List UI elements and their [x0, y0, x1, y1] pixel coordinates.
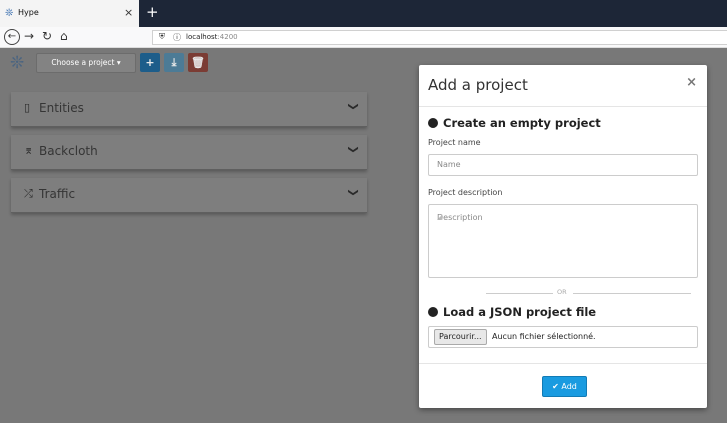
file-status-text: Aucun fichier sélectionné. [492, 332, 596, 341]
download-button[interactable]: ⤓ [164, 53, 184, 72]
or-separator: OR [557, 288, 567, 296]
project-name-label: Project name [428, 138, 481, 147]
app-logo-icon: ❊ [10, 53, 25, 73]
section-load-json: Load a JSON project file [428, 305, 596, 319]
add-project-modal: Add a project × Create an empty project … [419, 65, 707, 408]
hype-favicon-icon: ❊ [5, 8, 14, 19]
chevron-down-icon[interactable]: ❯ [347, 102, 358, 110]
panel-label: Entities [39, 101, 84, 115]
bullet-icon [428, 307, 438, 317]
project-select-label: Choose a project [51, 58, 115, 67]
close-icon[interactable]: × [686, 75, 697, 90]
modal-header: Add a project × [419, 65, 707, 107]
project-description-label: Project description [428, 188, 503, 197]
panel-label: Backcloth [39, 144, 98, 158]
add-project-button[interactable]: + [140, 53, 160, 72]
backcloth-icon: ⌆ [24, 144, 34, 157]
resize-handle-icon[interactable]: ◢ [437, 213, 696, 277]
forward-arrow-icon[interactable]: → [24, 29, 34, 43]
browse-button[interactable]: Parcourir... [434, 329, 487, 345]
caret-down-icon: ▾ [116, 58, 121, 67]
home-icon[interactable]: ⌂ [60, 29, 68, 43]
divider-line [486, 293, 553, 294]
browser-tab[interactable]: ❊ Hype × [0, 0, 139, 27]
new-tab-button[interactable]: + [146, 3, 159, 21]
url-bar[interactable]: ⛨ ⓘ localhost:4200 [152, 30, 727, 45]
entities-icon: ▯ [24, 101, 31, 114]
modal-title: Add a project [428, 76, 528, 94]
divider-line [573, 293, 691, 294]
panel-label: Traffic [39, 187, 76, 201]
panel-entities[interactable]: ▯ Entities ❯ [11, 92, 367, 127]
add-button[interactable]: ✔ Add [542, 376, 587, 397]
panel-backcloth[interactable]: ⌆ Backcloth ❯ [11, 135, 367, 170]
file-input[interactable]: Parcourir... Aucun fichier sélectionné. [428, 326, 698, 348]
project-description-textarea[interactable]: Description ◢ [428, 204, 698, 278]
traffic-shuffle-icon: ⤮ [24, 187, 33, 200]
url-text: localhost:4200 [186, 33, 238, 41]
browser-nav-bar: ← → ↻ ⌂ ⛨ ⓘ localhost:4200 [0, 27, 727, 48]
project-name-input[interactable]: Name [428, 154, 698, 176]
reload-icon[interactable]: ↻ [42, 29, 52, 43]
bullet-icon [428, 118, 438, 128]
chevron-down-icon[interactable]: ❯ [347, 145, 358, 153]
tab-title: Hype [18, 8, 39, 17]
modal-footer-divider [419, 363, 707, 364]
tab-close-icon[interactable]: × [124, 6, 133, 19]
chevron-down-icon[interactable]: ❯ [347, 188, 358, 196]
browser-tab-bar: ❊ Hype × + [0, 0, 727, 27]
section-empty-project: Create an empty project [428, 116, 601, 130]
panel-traffic[interactable]: ⤮ Traffic ❯ [11, 178, 367, 213]
back-arrow-icon[interactable]: ← [4, 29, 20, 45]
project-name-placeholder: Name [437, 160, 461, 169]
info-icon[interactable]: ⓘ [173, 32, 181, 43]
project-select-dropdown[interactable]: Choose a project ▾ [36, 53, 136, 73]
delete-button[interactable]: 🗑 [188, 53, 208, 72]
shield-icon: ⛨ [159, 32, 165, 41]
